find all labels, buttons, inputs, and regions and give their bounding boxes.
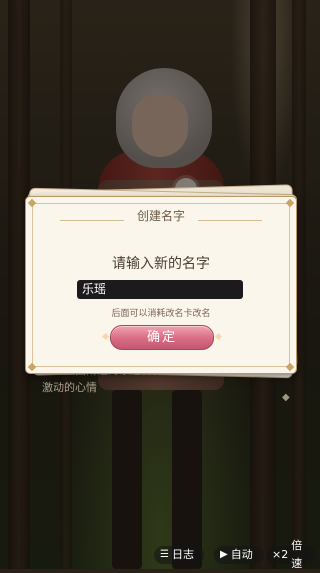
confirm-button-label: 确定 — [146, 330, 177, 345]
speed-label: 倍速 — [291, 539, 303, 570]
confirm-button[interactable]: 确定 — [101, 325, 223, 350]
diamond-next-icon: ◆ — [282, 392, 290, 403]
corner-ornament — [285, 198, 295, 208]
play-icon: ▶ — [220, 549, 228, 560]
rename-hint: 后面可以消耗改名卡改名 — [111, 309, 211, 319]
auto-button[interactable]: ▶ 自动 — [214, 546, 264, 564]
name-input[interactable]: 乐瑶 — [77, 280, 243, 299]
story-line: 激动的心情 — [42, 381, 97, 394]
corner-ornament — [27, 198, 37, 208]
auto-label: 自动 — [230, 548, 253, 561]
corner-ornament — [285, 362, 295, 372]
log-button[interactable]: ☰ 日志 — [154, 546, 204, 564]
title-divider — [198, 220, 262, 221]
speed-button[interactable]: ×2 倍速 — [266, 539, 316, 570]
create-name-dialog: 创建名字 请输入新的名字 乐瑶 后面可以消耗改名卡改名 确定 — [25, 196, 297, 374]
log-label: 日志 — [171, 548, 194, 561]
speed-prefix: ×2 — [272, 548, 289, 561]
name-prompt: 请输入新的名字 — [112, 256, 210, 272]
dialog-title: 创建名字 — [136, 209, 185, 223]
corner-ornament — [27, 362, 37, 372]
list-icon: ☰ — [160, 549, 169, 560]
